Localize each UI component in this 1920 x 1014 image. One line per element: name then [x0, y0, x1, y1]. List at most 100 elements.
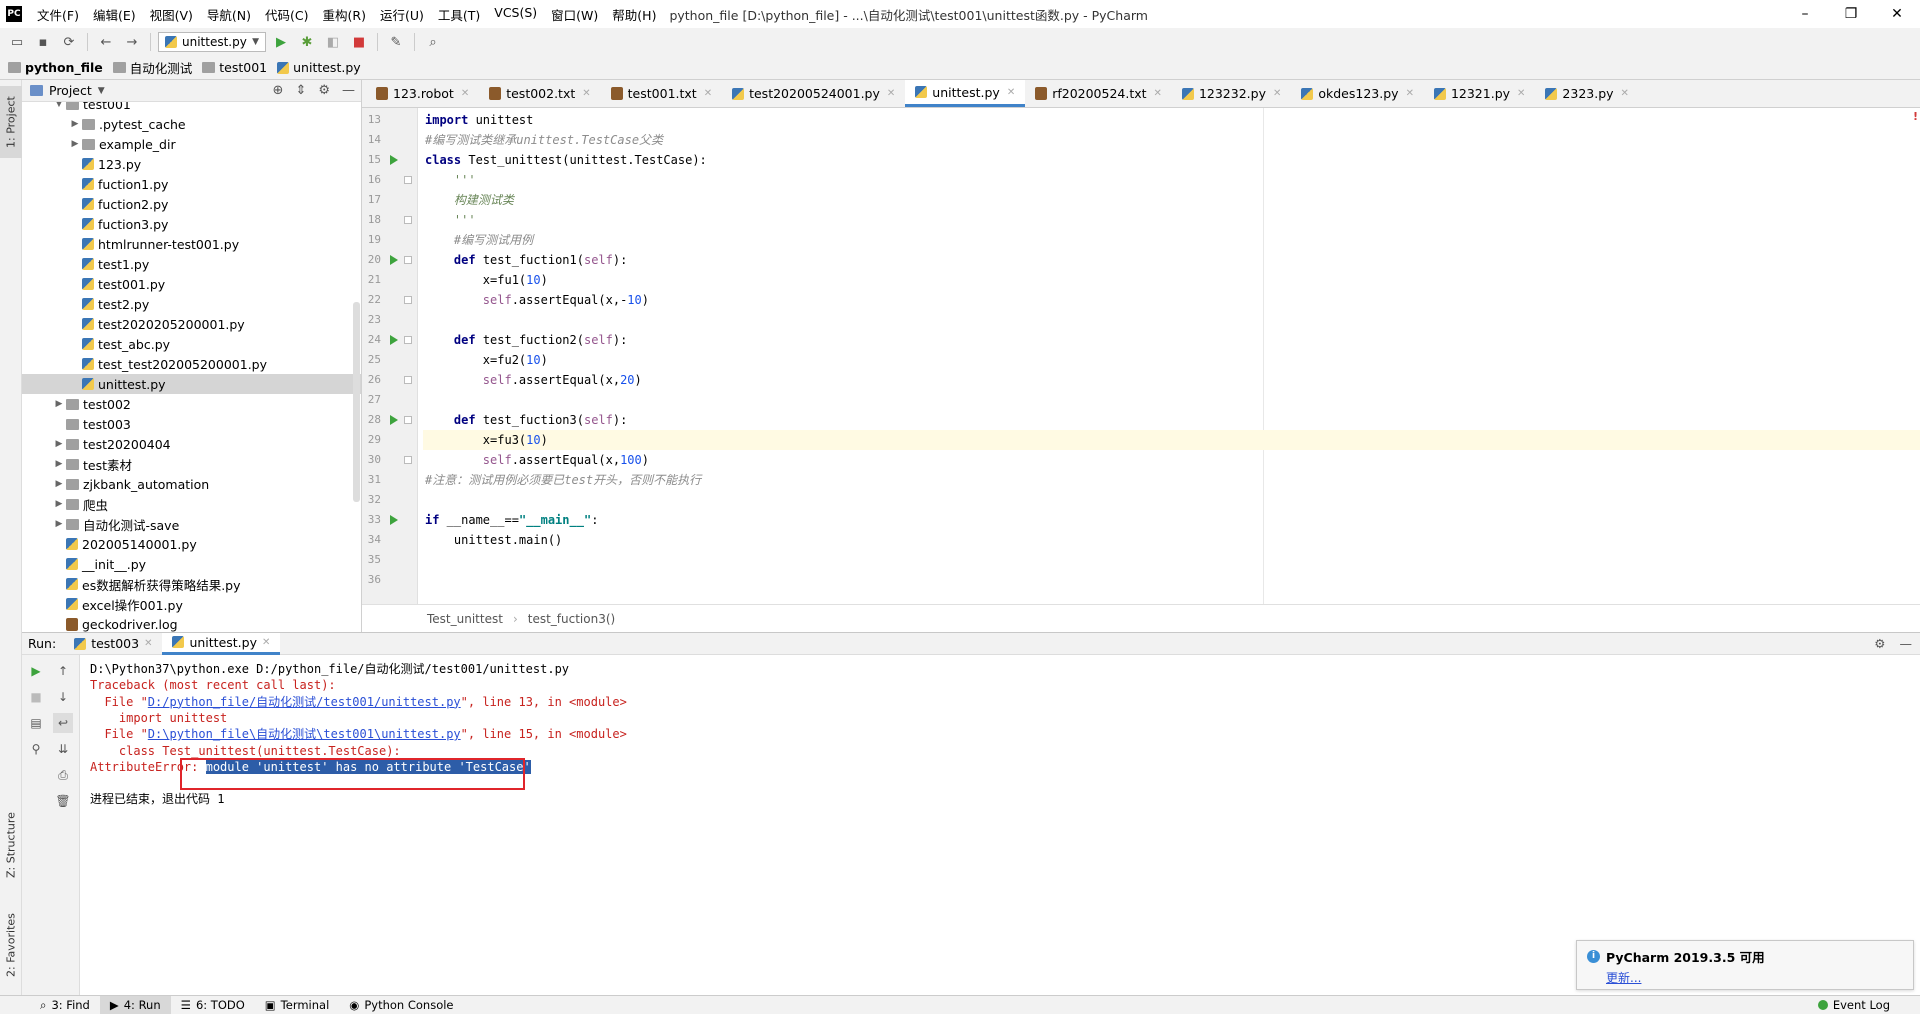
project-tree-item[interactable]: fuction3.py	[22, 214, 361, 234]
bottom-tool-tab[interactable]: ▶ 4: Run	[99, 995, 171, 1014]
project-tool-tab[interactable]: 1: Project	[0, 86, 22, 158]
breadcrumb-file[interactable]: unittest.py	[277, 60, 361, 75]
project-tree-item[interactable]: unittest.py	[22, 374, 361, 394]
close-tab-icon[interactable]: ✕	[144, 638, 152, 649]
menu-item[interactable]: 编辑(E)	[86, 5, 143, 24]
project-tree-item[interactable]: ▶ zjkbank_automation	[22, 474, 361, 494]
run-gutter-icon[interactable]	[390, 255, 398, 265]
run-tab[interactable]: test003 ✕	[64, 633, 162, 655]
close-tab-icon[interactable]: ✕	[1007, 87, 1015, 98]
hide-icon[interactable]: —	[342, 83, 355, 98]
project-tree-item[interactable]: test_abc.py	[22, 334, 361, 354]
project-tree-item[interactable]: es数据解析获得策略结果.py	[22, 574, 361, 594]
menu-item[interactable]: VCS(S)	[487, 5, 544, 24]
collapse-all-icon[interactable]: ⇕	[295, 83, 306, 98]
project-tree-item[interactable]: fuction1.py	[22, 174, 361, 194]
stop-icon[interactable]: ■	[26, 687, 46, 707]
editor-tab[interactable]: test001.txt ✕	[601, 80, 722, 107]
chevron-right-icon[interactable]: ▶	[52, 479, 66, 489]
breadcrumb-class[interactable]: Test_unittest	[427, 612, 503, 626]
code-line[interactable]: def test_fuction1(self):	[423, 250, 1920, 270]
code-line[interactable]: self.assertEqual(x,-10)	[423, 290, 1920, 310]
scroll-to-end-icon[interactable]: ⇊	[53, 739, 73, 759]
fold-marker-icon[interactable]	[404, 216, 412, 224]
hide-icon[interactable]: —	[1900, 636, 1913, 651]
bottom-tool-tab[interactable]: ◉ Python Console	[339, 996, 463, 1014]
project-tree-item[interactable]: test1.py	[22, 254, 361, 274]
down-arrow-icon[interactable]: ↓	[53, 687, 73, 707]
run-icon[interactable]: ▶	[270, 31, 292, 53]
editor-tab[interactable]: okdes123.py ✕	[1291, 80, 1424, 107]
breadcrumb-project[interactable]: python_file	[8, 60, 103, 75]
project-view-select[interactable]: Project	[49, 83, 92, 98]
chevron-right-icon[interactable]: ▶	[68, 119, 82, 129]
rerun-icon[interactable]: ▶	[26, 661, 46, 681]
forward-arrow-icon[interactable]: →	[121, 31, 143, 53]
bottom-tool-tab[interactable]: ⌕ 3: Find	[30, 996, 100, 1014]
menu-item[interactable]: 文件(F)	[30, 5, 86, 24]
run-gutter-icon[interactable]	[390, 515, 398, 525]
chevron-down-icon[interactable]: ▼	[98, 86, 105, 96]
code-line[interactable]: 构建测试类	[423, 190, 1920, 210]
editor-tab[interactable]: unittest.py ✕	[905, 80, 1026, 107]
code-line[interactable]: x=fu3(10)	[423, 430, 1920, 450]
code-line[interactable]	[423, 550, 1920, 570]
code-line[interactable]	[423, 310, 1920, 330]
trash-icon[interactable]: 🗑	[53, 791, 73, 811]
debug-icon[interactable]: ✱	[296, 31, 318, 53]
close-tab-icon[interactable]: ✕	[1621, 88, 1629, 99]
breadcrumb-method[interactable]: test_fuction3()	[528, 612, 615, 626]
console-line[interactable]: 进程已结束，退出代码 1	[90, 789, 224, 809]
editor-tab[interactable]: 2323.py ✕	[1535, 80, 1639, 107]
code-view[interactable]: 13 14 15 16 17 18 19 20 21 22 23 24 25 26 27 28 29 30 31 32…	[362, 108, 1920, 604]
scrollbar-thumb[interactable]	[353, 302, 360, 502]
editor-tab[interactable]: test002.txt ✕	[479, 80, 600, 107]
bottom-tool-tab[interactable]: ☰ 6: TODO	[171, 996, 255, 1014]
code-line[interactable]: #编写测试用例	[423, 230, 1920, 250]
chevron-down-icon[interactable]: ▼	[52, 102, 66, 109]
menu-item[interactable]: 运行(U)	[373, 5, 431, 24]
project-tree-item[interactable]: 202005140001.py	[22, 534, 361, 554]
code-line[interactable]: #编写测试类继承unittest.TestCase父类	[423, 130, 1920, 150]
project-tree-item[interactable]: test_test202005200001.py	[22, 354, 361, 374]
run-tab[interactable]: unittest.py ✕	[162, 632, 281, 655]
menu-item[interactable]: 导航(N)	[200, 5, 258, 24]
stop-icon[interactable]: ■	[348, 31, 370, 53]
editor-tab[interactable]: rf20200524.txt ✕	[1025, 80, 1172, 107]
back-arrow-icon[interactable]: ←	[95, 31, 117, 53]
code-line[interactable]: if __name__=="__main__":	[423, 510, 1920, 530]
chevron-right-icon[interactable]: ▶	[52, 519, 66, 529]
locate-icon[interactable]: ⊕	[273, 83, 284, 98]
close-tab-icon[interactable]: ✕	[1154, 88, 1162, 99]
code-line[interactable]: self.assertEqual(x,20)	[423, 370, 1920, 390]
project-tree-item[interactable]: ▶ test002	[22, 394, 361, 414]
editor-tab[interactable]: 123.robot ✕	[366, 80, 479, 107]
code-line[interactable]: #注意：测试用例必须要已test开头，否则不能执行	[423, 470, 1920, 490]
close-tab-icon[interactable]: ✕	[461, 88, 469, 99]
code-line[interactable]: import unittest	[423, 110, 1920, 130]
code-line[interactable]: unittest.main()	[423, 530, 1920, 550]
code-line[interactable]: def test_fuction2(self):	[423, 330, 1920, 350]
close-tab-icon[interactable]: ✕	[1406, 88, 1414, 99]
project-tree-item[interactable]: ▶ test20200404	[22, 434, 361, 454]
project-tree-item[interactable]: ▶ 爬虫	[22, 494, 361, 514]
menu-item[interactable]: 工具(T)	[431, 5, 487, 24]
code-line[interactable]: def test_fuction3(self):	[423, 410, 1920, 430]
update-link[interactable]: 更新...	[1606, 969, 1903, 986]
code-line[interactable]: x=fu1(10)	[423, 270, 1920, 290]
project-tree-item[interactable]: ▶ 自动化测试-save	[22, 514, 361, 534]
fold-marker-icon[interactable]	[404, 336, 412, 344]
menu-item[interactable]: 重构(R)	[316, 5, 373, 24]
run-gutter-icon[interactable]	[390, 415, 398, 425]
project-tree-item[interactable]: excel操作001.py	[22, 594, 361, 614]
project-tree-item[interactable]: fuction2.py	[22, 194, 361, 214]
chevron-right-icon[interactable]: ▶	[52, 399, 66, 409]
up-arrow-icon[interactable]: ↑	[53, 661, 73, 681]
editor-tab[interactable]: 12321.py ✕	[1424, 80, 1535, 107]
breadcrumb-folder[interactable]: test001	[202, 60, 267, 75]
project-tree-item[interactable]: 123.py	[22, 154, 361, 174]
close-button[interactable]: ✕	[1874, 0, 1920, 28]
project-tree-item[interactable]: ▶ test素材	[22, 454, 361, 474]
event-log-button[interactable]: Event Log	[1817, 998, 1890, 1012]
project-tree-item[interactable]: htmlrunner-test001.py	[22, 234, 361, 254]
